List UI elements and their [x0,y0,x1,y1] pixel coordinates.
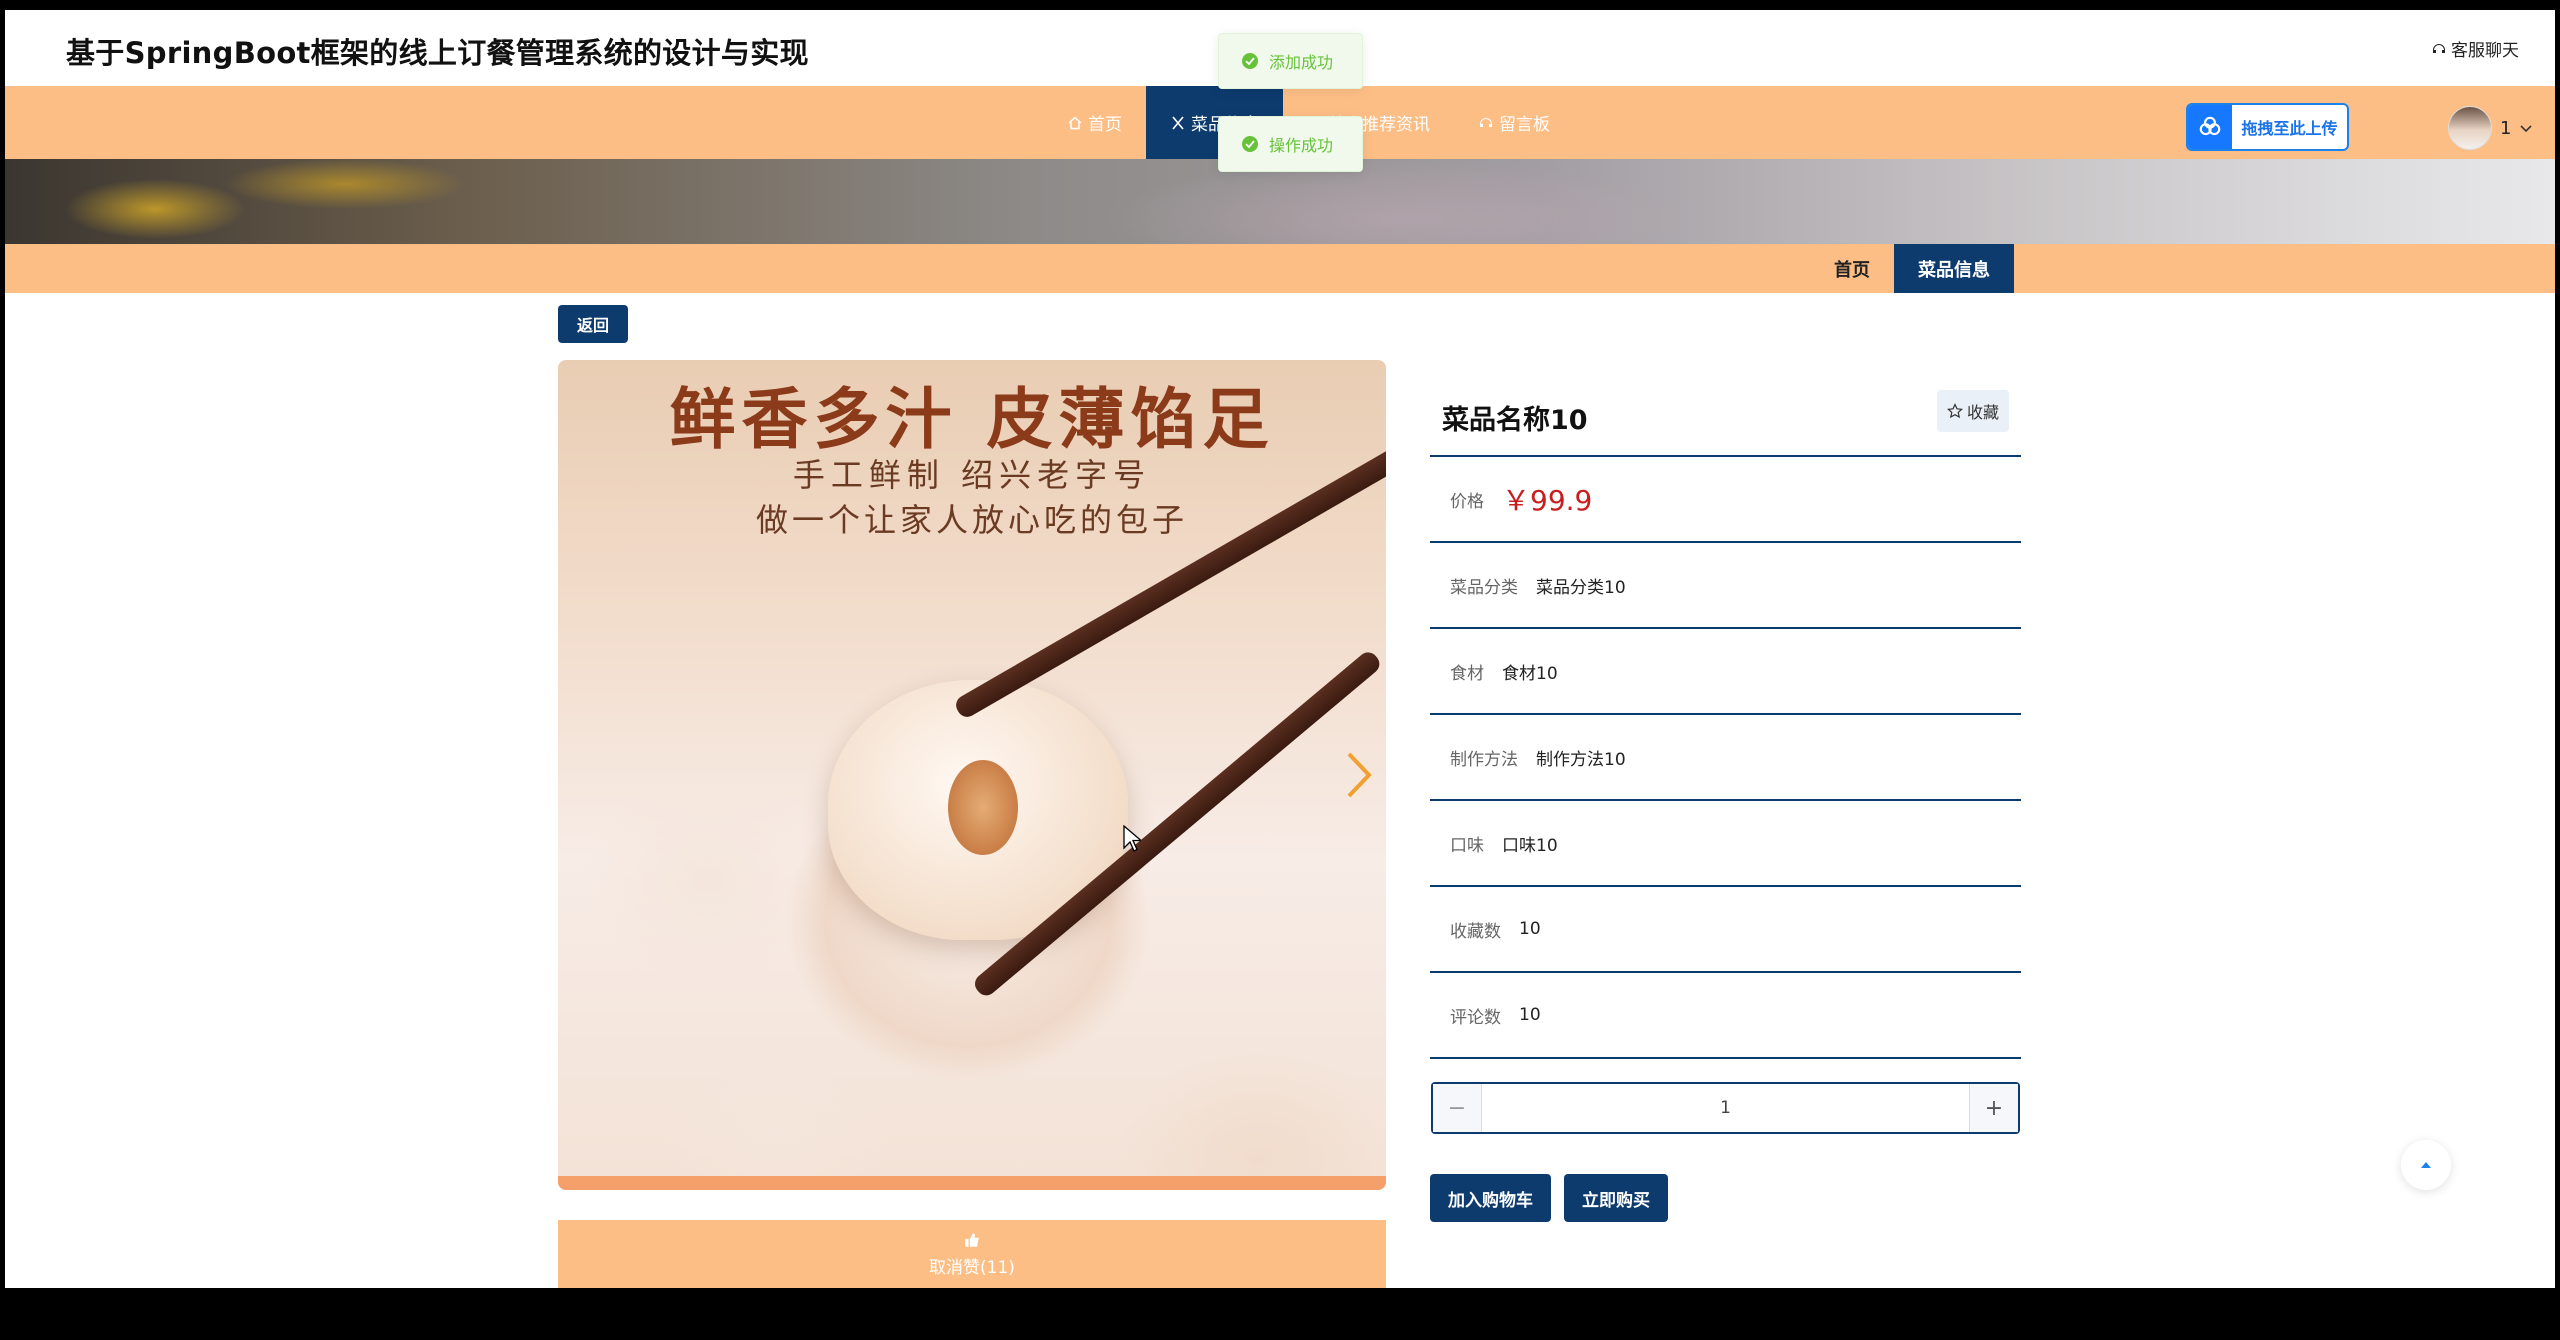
check-circle-icon [1242,53,1258,69]
favorite-button[interactable]: 收藏 [1936,390,2009,432]
detail-label: 收藏数 [1450,921,1501,942]
image-subline: 手工鲜制 绍兴老字号 [792,456,1152,494]
dish-detail-panel: 菜品名称10 收藏 价格 ￥99.9 菜品分类 菜品分类10 食材 食材10 制… [1430,360,2021,1059]
detail-label: 评论数 [1450,1007,1501,1028]
upload-label: 拖拽至此上传 [2241,119,2338,138]
chevron-down-icon [2520,125,2533,133]
quantity-decrease-button[interactable]: − [1433,1084,1481,1132]
detail-label: 菜品分类 [1450,577,1518,598]
nav-item-home[interactable]: 首页 [1043,86,1146,159]
quantity-increase-button[interactable]: + [1970,1084,2018,1132]
customer-service-label: 客服聊天 [2451,41,2519,61]
cloud-upload-icon [2188,105,2232,149]
price-label: 价格 [1450,491,1484,512]
check-circle-icon [1242,136,1258,152]
dumpling-filling-shape [948,760,1018,855]
detail-value: 菜品分类10 [1536,577,1626,598]
like-button[interactable]: 取消赞(11) [558,1220,1386,1288]
home-icon [1068,115,1082,129]
detail-label: 食材 [1450,663,1484,684]
detail-row-method: 制作方法 制作方法10 [1430,715,2021,801]
image-headline: 鲜香多汁 皮薄馅足 [669,380,1275,458]
price-row: 价格 ￥99.9 [1430,457,2021,543]
detail-label: 口味 [1450,835,1484,856]
toast-operation-success: 操作成功 [1218,116,1363,172]
detail-row-taste: 口味 口味10 [1430,801,2021,887]
upload-drop-button[interactable]: 拖拽至此上传 [2186,103,2349,151]
nav-item-guestbook[interactable]: 留言板 [1454,86,1574,159]
carousel-next-icon[interactable] [1343,750,1373,800]
breadcrumb-dishes[interactable]: 菜品信息 [1894,244,2014,293]
detail-value: 10 [1519,1005,1541,1025]
toast-message: 添加成功 [1269,53,1334,72]
nav-item-label: 首页 [1088,115,1122,135]
detail-value: 食材10 [1502,663,1558,684]
quantity-stepper: − 1 + [1431,1082,2020,1134]
page: 基于SpringBoot框架的线上订餐管理系统的设计与实现 客服聊天 首页 菜品… [5,10,2555,1288]
headset-icon [2433,43,2445,53]
favorite-label: 收藏 [1966,403,1999,422]
customer-service-link[interactable]: 客服聊天 [2431,36,2519,61]
detail-value: 口味10 [1502,835,1558,856]
detail-row-comments-count: 评论数 10 [1430,973,2021,1059]
product-image-carousel[interactable]: 鲜香多汁 皮薄馅足 手工鲜制 绍兴老字号 做一个让家人放心吃的包子 [558,360,1386,1190]
price-value: ￥99.9 [1502,484,1593,517]
toast-message: 操作成功 [1269,136,1334,155]
back-button[interactable]: 返回 [558,305,628,343]
detail-row-ingredients: 食材 食材10 [1430,629,2021,715]
breadcrumb-home[interactable]: 首页 [1810,244,1894,293]
scroll-to-top-button[interactable] [2401,1140,2451,1190]
star-icon [1946,403,1963,419]
caret-up-icon [2421,1162,2431,1168]
nav-item-label: 留言板 [1499,115,1550,135]
avatar [2448,106,2492,150]
detail-value: 制作方法10 [1536,749,1626,770]
message-icon [1480,117,1492,127]
detail-row-favorites-count: 收藏数 10 [1430,887,2021,973]
dish-name: 菜品名称10 [1442,405,1588,436]
toast-add-success: 添加成功 [1218,33,1363,89]
dish-title-row: 菜品名称10 收藏 [1430,360,2021,457]
like-label: 取消赞(11) [929,1257,1015,1278]
detail-label: 制作方法 [1450,749,1518,770]
mouse-cursor-icon [1123,825,1141,852]
utensils-icon [1172,115,1184,130]
quantity-input[interactable]: 1 [1481,1084,1970,1132]
user-menu[interactable]: 1 [2448,106,2533,150]
buy-now-button[interactable]: 立即购买 [1564,1174,1668,1222]
detail-row-category: 菜品分类 菜品分类10 [1430,543,2021,629]
image-bottom-strip [558,1176,1386,1190]
detail-value: 10 [1519,919,1541,939]
user-name: 1 [2500,117,2512,139]
breadcrumb: 首页 菜品信息 [5,244,2555,293]
thumbs-up-icon [965,1232,979,1247]
site-title: 基于SpringBoot框架的线上订餐管理系统的设计与实现 [66,36,809,70]
add-to-cart-button[interactable]: 加入购物车 [1430,1174,1551,1222]
